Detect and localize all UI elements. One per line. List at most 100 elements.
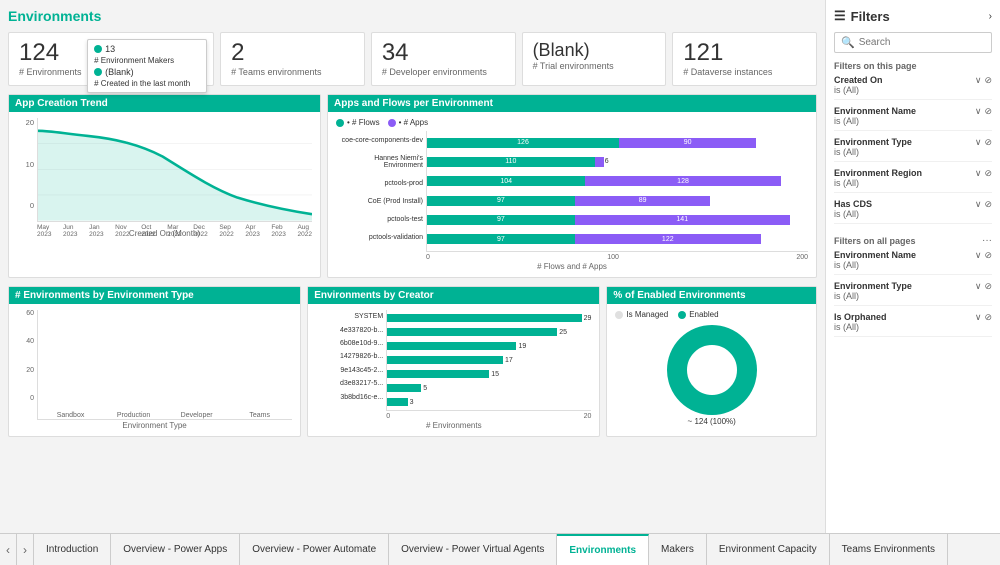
tab-makers[interactable]: Makers xyxy=(649,534,707,565)
tab-nav-left[interactable]: ‹ xyxy=(0,534,17,565)
clear-icon7[interactable]: ⊘ xyxy=(984,281,992,292)
clear-icon5[interactable]: ⊘ xyxy=(984,199,992,210)
filter-has-cds-icons[interactable]: ∨ ⊘ xyxy=(975,199,992,210)
vbar-sandbox: Sandbox xyxy=(42,410,99,419)
filter-title: ☰ Filters xyxy=(834,8,890,24)
chevron-down-icon[interactable]: ∨ xyxy=(975,75,982,86)
filter-env-name-name: Environment Name xyxy=(834,106,916,116)
tab-overview-pa[interactable]: Overview - Power Apps xyxy=(111,534,240,565)
tooltip-count: 13 xyxy=(105,44,115,54)
apps-legend-label: • # Apps xyxy=(399,118,429,127)
tab-nav-right[interactable]: › xyxy=(17,534,34,565)
donut-chart-area: ~ 124 (100%) xyxy=(615,325,808,426)
env-by-creator-title: Environments by Creator xyxy=(308,287,599,304)
creator-row-3: 17 xyxy=(387,356,591,364)
tab-overview-pf[interactable]: Overview - Power Automate xyxy=(240,534,389,565)
kpi-dataverse-value: 121 xyxy=(683,41,806,65)
chevron-down-icon2[interactable]: ∨ xyxy=(975,106,982,117)
filter-env-name-val: is (All) xyxy=(834,116,916,126)
clear-icon[interactable]: ⊘ xyxy=(984,75,992,86)
chevron-down-icon4[interactable]: ∨ xyxy=(975,168,982,179)
x-tick-aug: Aug2022 xyxy=(297,224,311,238)
x-tick-apr: Apr2023 xyxy=(245,224,259,238)
x-tick-may: May2023 xyxy=(37,224,51,238)
filter-is-orphaned: Is Orphaned is (All) ∨ ⊘ xyxy=(834,312,992,337)
hbar-label-1: Hannes Niemi's Environment xyxy=(336,155,423,169)
filter-created-on-icons[interactable]: ∨ ⊘ xyxy=(975,75,992,86)
kpi-dataverse-label: # Dataverse instances xyxy=(683,67,806,77)
creator-label-4: 9e143c45-2... xyxy=(316,367,383,374)
filter-all-env-name-icons[interactable]: ∨ ⊘ xyxy=(975,250,992,261)
hbar-label-4: pctools-test xyxy=(336,216,423,223)
clear-icon3[interactable]: ⊘ xyxy=(984,137,992,148)
search-icon: 🔍 xyxy=(841,36,855,49)
creator-label-5: d3e83217-5... xyxy=(316,380,383,387)
chevron-down-icon5[interactable]: ∨ xyxy=(975,199,982,210)
tooltip-dot2 xyxy=(94,68,102,76)
filter-all-env-name-val: is (All) xyxy=(834,260,916,270)
kpi-row: 124 # Environments 13 # Environment Make… xyxy=(8,32,817,86)
hbar-row-0: 126 90 xyxy=(427,138,808,148)
chevron-down-icon8[interactable]: ∨ xyxy=(975,312,982,323)
creator-row-4: 15 xyxy=(387,370,591,378)
env-by-type-card: # Environments by Environment Type 60 40… xyxy=(8,286,301,437)
filter-is-orphaned-icons[interactable]: ∨ ⊘ xyxy=(975,312,992,323)
x-tick-jan: Jan2023 xyxy=(89,224,103,238)
hbar-x200: 200 xyxy=(796,254,808,261)
y-tick-0: 0 xyxy=(30,201,34,210)
filter-created-on-name: Created On xyxy=(834,75,883,85)
chevron-down-icon7[interactable]: ∨ xyxy=(975,281,982,292)
kpi-trial-label: # Trial environments xyxy=(533,61,656,71)
x-tick-jun: Jun2023 xyxy=(63,224,77,238)
clear-icon4[interactable]: ⊘ xyxy=(984,168,992,179)
chevron-down-icon6[interactable]: ∨ xyxy=(975,250,982,261)
kpi-developer-label: # Developer environments xyxy=(382,67,505,77)
kpi-developer-value: 34 xyxy=(382,41,505,65)
all-pages-more-icon[interactable]: ··· xyxy=(982,235,992,246)
hbar-label-0: coe-core-components-dev xyxy=(336,137,423,144)
filter-all-env-type-icons[interactable]: ∨ ⊘ xyxy=(975,281,992,292)
vbar-teams: Teams xyxy=(231,410,288,419)
pct-enabled-title: % of Enabled Environments xyxy=(607,287,816,304)
hbar-row-3: 97 89 xyxy=(427,196,808,206)
tab-overview-pva[interactable]: Overview - Power Virtual Agents xyxy=(389,534,557,565)
tab-env-capacity[interactable]: Environment Capacity xyxy=(707,534,830,565)
filter-env-name: Environment Name is (All) ∨ ⊘ xyxy=(834,106,992,131)
tab-introduction[interactable]: Introduction xyxy=(34,534,111,565)
kpi-developer: 34 # Developer environments xyxy=(371,32,516,86)
kpi-teams-label: # Teams environments xyxy=(231,67,354,77)
filter-search-box[interactable]: 🔍 xyxy=(834,32,992,53)
filter-all-env-name: Environment Name is (All) ∨ ⊘ xyxy=(834,250,992,275)
vbar-developer: Developer xyxy=(168,410,225,419)
filter-all-env-type: Environment Type is (All) ∨ ⊘ xyxy=(834,281,992,306)
apps-legend-dot xyxy=(388,119,396,127)
filter-all-pages-section-title: Filters on all pages xyxy=(834,236,916,246)
filter-all-env-type-name: Environment Type xyxy=(834,281,912,291)
tab-environments[interactable]: Environments xyxy=(557,534,649,565)
clear-icon6[interactable]: ⊘ xyxy=(984,250,992,261)
filter-title-text: Filters xyxy=(851,9,890,24)
filter-env-region-icons[interactable]: ∨ ⊘ xyxy=(975,168,992,179)
filter-env-type-icons[interactable]: ∨ ⊘ xyxy=(975,137,992,148)
enabled-legend: Enabled xyxy=(678,310,718,319)
creator-row-1: 25 xyxy=(387,328,591,336)
filter-has-cds-name: Has CDS xyxy=(834,199,872,209)
tab-teams-env[interactable]: Teams Environments xyxy=(830,534,948,565)
clear-icon2[interactable]: ⊘ xyxy=(984,106,992,117)
filter-created-on: Created On is (All) ∨ ⊘ xyxy=(834,75,992,100)
hbar-x100: 100 xyxy=(607,254,619,261)
filter-chevron-icon[interactable]: › xyxy=(989,11,992,22)
filter-env-name-icons[interactable]: ∨ ⊘ xyxy=(975,106,992,117)
flows-legend-dot xyxy=(336,119,344,127)
hbar-label-3: CoE (Prod Install) xyxy=(336,198,423,205)
app-creation-trend-title: App Creation Trend xyxy=(9,95,320,112)
is-managed-legend: Is Managed xyxy=(615,310,668,319)
y-tick-20: 20 xyxy=(26,118,34,127)
y-tick-10: 10 xyxy=(26,160,34,169)
x-tick-feb: Feb2023 xyxy=(271,224,285,238)
chevron-down-icon3[interactable]: ∨ xyxy=(975,137,982,148)
filter-search-input[interactable] xyxy=(859,37,991,48)
clear-icon8[interactable]: ⊘ xyxy=(984,312,992,323)
creator-x0: 0 xyxy=(386,413,390,420)
hbar-row-1: 110 6 xyxy=(427,157,808,167)
